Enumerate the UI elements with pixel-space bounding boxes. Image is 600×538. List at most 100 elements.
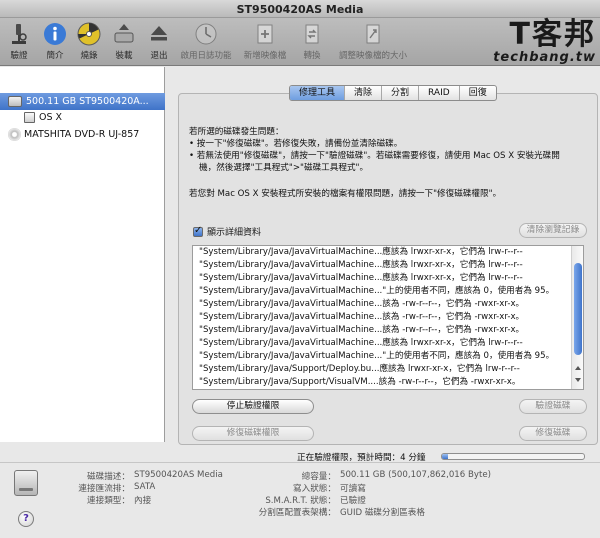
- log-line: "System/Library/Java/JavaVirtualMachine.…: [199, 260, 523, 270]
- clear-history-button[interactable]: 清除瀏覽記錄: [519, 223, 587, 238]
- info-divider: [0, 462, 600, 463]
- toolbar-label-convert: 轉換: [303, 51, 321, 61]
- log-line: "System/Library/Java/JavaVirtualMachine.…: [199, 273, 523, 283]
- toolbar-label-journal: 啟用日誌功能: [180, 51, 232, 61]
- toolbar-label-info: 簡介: [46, 51, 64, 61]
- tab-partition[interactable]: 分割: [382, 86, 420, 100]
- hard-disk-icon: [8, 96, 22, 107]
- tab-restore[interactable]: 回復: [460, 86, 496, 100]
- toolbar-label-new-image: 新增映像檔: [243, 51, 287, 61]
- log-line: "System/Library/Java/JavaVirtualMachine.…: [199, 338, 523, 348]
- mount-toolbar-button[interactable]: 裝載: [109, 21, 139, 61]
- info-toolbar-button[interactable]: 簡介: [40, 21, 70, 61]
- enable-journaling-toolbar-button[interactable]: 啟用日誌功能: [178, 21, 234, 61]
- main-panel: 若所選的磁碟發生問題： • 按一下"修復磁碟"。若修復失敗，請備份並清除磁碟。 …: [178, 83, 598, 445]
- log-line: "System/Library/Java/JavaVirtualMachine.…: [199, 286, 555, 296]
- log-view[interactable]: "System/Library/Java/JavaVirtualMachine.…: [192, 245, 584, 390]
- info-value-disk-description: ST9500420AS Media: [134, 470, 223, 480]
- log-line: "System/Library/Java/JavaVirtualMachine.…: [199, 325, 525, 335]
- toolbar-label-mount: 裝載: [115, 51, 133, 61]
- convert-icon: [299, 21, 325, 47]
- help-line: 若您對 Mac OS X 安裝程式所安裝的檔案有權限問題，請按一下"修復磁碟權限…: [189, 189, 502, 199]
- progress-bar: [441, 453, 585, 460]
- burn-toolbar-button[interactable]: 燒錄: [74, 21, 104, 61]
- info-label-connection-bus: 連接匯流排：: [78, 484, 130, 494]
- info-value-write-status: 可讀寫: [340, 484, 366, 494]
- info-value-capacity: 500.11 GB (500,107,862,016 Byte): [340, 470, 491, 480]
- tab-erase[interactable]: 清除: [345, 86, 383, 100]
- log-line: "System/Library/Java/JavaVirtualMachine.…: [199, 351, 555, 361]
- disk-info-hard-disk-icon: [14, 470, 38, 496]
- help-line: • 若無法使用"修復磁碟"，請按一下"驗證磁碟"。若磁碟需要修復，請使用 Mac…: [189, 151, 560, 161]
- help-line: 機，然後選擇"工具程式">"磁碟工具程式"。: [199, 163, 369, 173]
- watermark-chinese: T客邦: [509, 17, 596, 52]
- microscope-icon: [6, 21, 32, 47]
- info-label-write-status: 寫入狀態：: [293, 484, 336, 494]
- info-label-smart-status: S.M.A.R.T. 狀態：: [265, 496, 336, 506]
- sidebar-item-label: MATSHITA DVD-R UJ-857: [24, 129, 140, 140]
- mount-icon: [111, 21, 137, 47]
- eject-icon: [146, 21, 172, 47]
- sidebar-item-hard-disk[interactable]: 500.11 GB ST9500420A...: [0, 93, 165, 110]
- sidebar-item-label: OS X: [39, 112, 63, 123]
- resize-image-icon: [360, 21, 386, 47]
- show-details-label: 顯示詳細資料: [207, 228, 262, 238]
- disk-sidebar: 500.11 GB ST9500420A... OS X MATSHITA DV…: [0, 67, 165, 442]
- help-line: 若所選的磁碟發生問題：: [189, 127, 284, 137]
- repair-disk-button[interactable]: 修復磁碟: [519, 426, 587, 441]
- journal-icon: [193, 21, 219, 47]
- stop-verify-permissions-button[interactable]: 停止驗證權限: [192, 399, 314, 414]
- burn-icon: [76, 21, 102, 47]
- eject-toolbar-button[interactable]: 退出: [144, 21, 174, 61]
- log-line: "System/Library/Java/Support/Deploy.bu..…: [199, 364, 520, 374]
- first-aid-panel: 若所選的磁碟發生問題： • 按一下"修復磁碟"。若修復失敗，請備份並清除磁碟。 …: [178, 93, 598, 445]
- show-details-checkbox-row[interactable]: 顯示詳細資料: [193, 225, 261, 238]
- scroll-up-arrow-icon[interactable]: [575, 366, 581, 370]
- log-scrollbar[interactable]: [571, 246, 583, 389]
- log-line: "System/Library/Java/JavaVirtualMachine.…: [199, 312, 525, 322]
- volume-icon: [24, 112, 35, 123]
- watermark-english: techbang.tw: [493, 50, 596, 65]
- toolbar-label-verify: 驗證: [10, 51, 28, 61]
- verify-toolbar-button[interactable]: 驗證: [4, 21, 34, 61]
- new-image-toolbar-button[interactable]: 新增映像檔: [240, 21, 290, 61]
- repair-permissions-button[interactable]: 修復磁碟權限: [192, 426, 314, 441]
- log-scroll-thumb[interactable]: [574, 263, 582, 356]
- scroll-down-arrow-icon[interactable]: [575, 378, 581, 382]
- info-icon: [42, 21, 68, 47]
- help-button[interactable]: ?: [18, 511, 34, 527]
- info-value-partition-scheme: GUID 磁碟分割區表格: [340, 508, 425, 518]
- info-label-connection-type: 連接類型：: [87, 496, 130, 506]
- info-value-connection-type: 內接: [134, 496, 152, 506]
- tab-first-aid[interactable]: 修理工具: [290, 86, 346, 100]
- verify-disk-button[interactable]: 驗證磁碟: [519, 399, 587, 414]
- resize-image-toolbar-button[interactable]: 調整映像檔的大小: [333, 21, 413, 61]
- title-bar: ST9500420AS Media: [0, 0, 600, 18]
- toolbar-label-eject: 退出: [150, 51, 168, 61]
- log-line: "System/Library/Java/Support/VisualVM...…: [199, 377, 521, 387]
- tab-raid[interactable]: RAID: [419, 86, 460, 100]
- sidebar-item-os-x[interactable]: OS X: [0, 109, 165, 126]
- help-text: 若所選的磁碟發生問題： • 按一下"修復磁碟"。若修復失敗，請備份並清除磁碟。 …: [189, 126, 589, 200]
- new-image-icon: [252, 21, 278, 47]
- log-line: "System/Library/Java/JavaVirtualMachine.…: [199, 247, 523, 257]
- toolbar-label-resize-image: 調整映像檔的大小: [338, 51, 407, 61]
- window-title: ST9500420AS Media: [236, 3, 364, 16]
- info-value-connection-bus: SATA: [134, 482, 156, 492]
- info-label-capacity: 總容量：: [301, 472, 336, 482]
- convert-toolbar-button[interactable]: 轉換: [297, 21, 327, 61]
- techbang-watermark: T客邦 techbang.tw: [493, 17, 596, 66]
- log-line: "System/Library/Java/JavaVirtualMachine.…: [199, 299, 525, 309]
- help-gap: [189, 174, 589, 188]
- info-label-disk-description: 磁碟描述：: [87, 472, 130, 482]
- info-label-partition-scheme: 分割區配置表架構：: [258, 508, 336, 518]
- toolbar-label-burn: 燒錄: [80, 51, 98, 61]
- tab-bar: 修理工具 清除 分割 RAID 回復: [289, 85, 497, 101]
- progress-bar-fill: [442, 454, 448, 459]
- show-details-checkbox[interactable]: [193, 225, 203, 237]
- help-line: • 按一下"修復磁碟"。若修復失敗，請備份並清除磁碟。: [189, 139, 403, 149]
- sidebar-item-label: 500.11 GB ST9500420A...: [26, 96, 149, 107]
- sidebar-item-dvd[interactable]: MATSHITA DVD-R UJ-857: [0, 126, 165, 143]
- dvd-icon: [8, 128, 21, 141]
- info-value-smart-status: 已驗證: [340, 496, 366, 506]
